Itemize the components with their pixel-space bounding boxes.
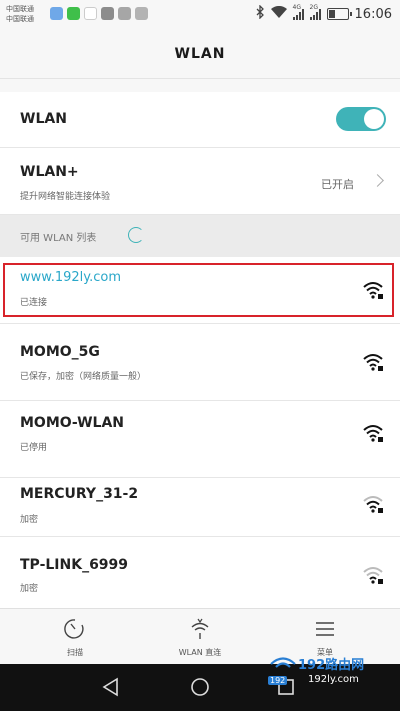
- network-ssid: MERCURY_31-2: [20, 486, 139, 502]
- wlan-direct-label: WLAN 直连: [178, 648, 222, 657]
- page-title: WLAN: [0, 30, 400, 78]
- notification-app-icon-1: [50, 7, 63, 20]
- wlan-plus-row[interactable]: WLAN+ 提升网络智能连接体验 已开启: [0, 148, 400, 215]
- network-status: 已保存，加密（网络质量一般）: [20, 372, 147, 382]
- network-ssid: MOMO_5G: [20, 344, 100, 360]
- network-status: 加密: [20, 584, 39, 594]
- selected-network-highlight: [3, 263, 394, 317]
- network-item[interactable]: MERCURY_31-2 加密: [0, 478, 400, 537]
- cellular-signal-icon-2: 2G: [309, 4, 321, 20]
- carrier-label-1: 中国联通: [6, 5, 34, 13]
- network-item[interactable]: TP-LINK_6999 加密: [0, 537, 400, 609]
- wifi-lock-weak-icon: [363, 567, 383, 584]
- wlan-toggle-row[interactable]: WLAN: [0, 92, 400, 148]
- wlan-label: WLAN: [20, 111, 67, 127]
- wifi-lock-full-icon: [363, 425, 383, 442]
- notification-app-icon-4: [101, 7, 114, 20]
- battery-icon: [326, 8, 352, 20]
- wlan-plus-label: WLAN+: [20, 164, 79, 180]
- scan-button[interactable]: 扫描: [8, 609, 142, 665]
- wlan-direct-button[interactable]: WLAN 直连: [133, 609, 267, 665]
- cellular-signal-icon-1: 4G: [292, 4, 304, 20]
- scrolled-content-edge: [0, 78, 400, 93]
- wifi-lock-full-icon: [363, 354, 383, 371]
- scan-label: 扫描: [67, 648, 83, 657]
- wlan-switch-knob: [364, 109, 384, 129]
- bluetooth-icon: [255, 4, 265, 23]
- network-ssid: MOMO-WLAN: [20, 415, 125, 431]
- router-logo-icon: [270, 657, 296, 668]
- watermark-text: 192路由网: [298, 658, 365, 673]
- clock: 16:06: [354, 6, 392, 22]
- status-indicators: 4G 2G 16:06: [255, 4, 392, 23]
- network-ssid: TP-LINK_6999: [20, 557, 129, 573]
- home-icon[interactable]: [189, 676, 211, 698]
- wifi-status-icon: [270, 5, 287, 22]
- wlan-direct-icon: [191, 618, 209, 639]
- network-status: 加密: [20, 515, 39, 525]
- available-networks-header: 可用 WLAN 列表: [0, 215, 400, 256]
- notification-app-icon-6: [135, 7, 148, 20]
- network-status: 已停用: [20, 443, 48, 453]
- available-networks-title: 可用 WLAN 列表: [20, 233, 97, 244]
- menu-icon: [316, 622, 334, 636]
- chevron-right-icon: [371, 174, 384, 187]
- carrier-label-2: 中国联通: [6, 15, 34, 23]
- network-item[interactable]: MOMO-WLAN 已停用: [0, 401, 400, 478]
- wifi-lock-medium-icon: [363, 496, 383, 513]
- wlan-switch[interactable]: [336, 107, 386, 131]
- notification-app-icon-2: [67, 7, 80, 20]
- watermark-badge: 192: [268, 676, 288, 685]
- wlan-plus-description: 提升网络智能连接体验: [20, 192, 111, 202]
- scan-icon: [64, 619, 84, 639]
- back-icon[interactable]: [100, 676, 122, 698]
- watermark-logo: 192路由网 192 192ly.com: [268, 656, 396, 692]
- watermark-url: 192ly.com: [308, 674, 359, 685]
- status-bar: 中国联通 中国联通 4G 2G 16:06: [0, 0, 400, 30]
- scanning-spinner-icon: [128, 227, 144, 243]
- network-item[interactable]: MOMO_5G 已保存，加密（网络质量一般）: [0, 324, 400, 401]
- notification-app-icon-5: [118, 7, 131, 20]
- notification-app-icon-3: [84, 7, 97, 20]
- wlan-plus-status: 已开启: [321, 178, 354, 191]
